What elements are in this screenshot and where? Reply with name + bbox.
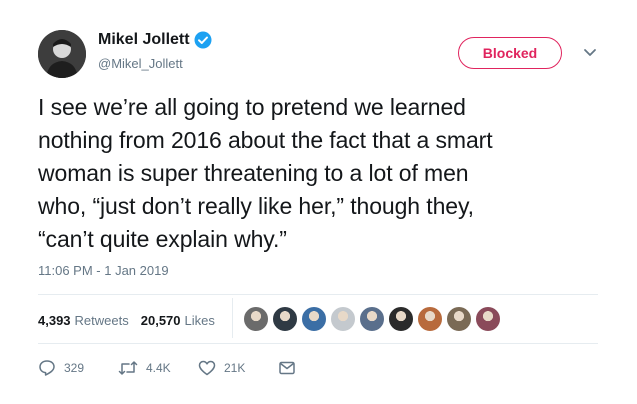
author-name[interactable]: Mikel Jollett — [98, 31, 190, 49]
retweet-count: 4.4K — [146, 361, 171, 375]
liker-avatar-icon[interactable] — [417, 306, 443, 332]
divider-bottom — [38, 343, 598, 344]
tweet-text: I see we’re all going to pretend we lear… — [38, 94, 493, 252]
retweet-button[interactable]: 4.4K — [118, 359, 198, 377]
retweets-stat[interactable]: 4,393 Retweets — [38, 313, 129, 328]
tweet-actions: 329 4.4K 21K — [38, 356, 358, 380]
tweet-card: Mikel Jollett @Mikel_Jollett Blocked I s… — [0, 0, 637, 404]
liker-avatar-icon[interactable] — [388, 306, 414, 332]
author-name-row: Mikel Jollett — [98, 31, 212, 49]
tweet-stats: 4,393 Retweets 20,570 Likes — [38, 305, 227, 335]
retweets-count: 4,393 — [38, 312, 71, 328]
chevron-down-icon[interactable] — [580, 42, 600, 62]
divider-top — [38, 294, 598, 295]
envelope-icon — [279, 361, 295, 375]
verified-badge-icon — [194, 31, 212, 49]
reply-icon — [39, 360, 55, 376]
likes-stat[interactable]: 20,570 Likes — [141, 313, 215, 328]
liker-avatar-icon[interactable] — [330, 306, 356, 332]
retweet-icon — [118, 361, 138, 375]
reply-count: 329 — [64, 361, 85, 375]
liker-avatar-icon[interactable] — [243, 306, 269, 332]
likes-label: Likes — [184, 312, 215, 328]
stats-separator — [232, 298, 233, 338]
liker-avatar-icon[interactable] — [446, 306, 472, 332]
reply-button[interactable]: 329 — [38, 359, 118, 377]
heart-icon — [198, 360, 216, 376]
blocked-button[interactable]: Blocked — [458, 37, 562, 69]
author-handle[interactable]: @Mikel_Jollett — [98, 56, 183, 71]
like-count: 21K — [224, 361, 246, 375]
retweets-label: Retweets — [74, 312, 129, 328]
like-button[interactable]: 21K — [198, 359, 278, 377]
liker-avatar-icon[interactable] — [359, 306, 385, 332]
liker-avatar-icon[interactable] — [301, 306, 327, 332]
tweet-timestamp[interactable]: 11:06 PM - 1 Jan 2019 — [38, 263, 169, 278]
likes-count: 20,570 — [140, 312, 181, 328]
liker-avatar-icon[interactable] — [272, 306, 298, 332]
direct-message-button[interactable] — [278, 359, 358, 377]
author-avatar[interactable] — [38, 30, 86, 78]
liker-avatars — [243, 306, 504, 332]
liker-avatar-icon[interactable] — [475, 306, 501, 332]
